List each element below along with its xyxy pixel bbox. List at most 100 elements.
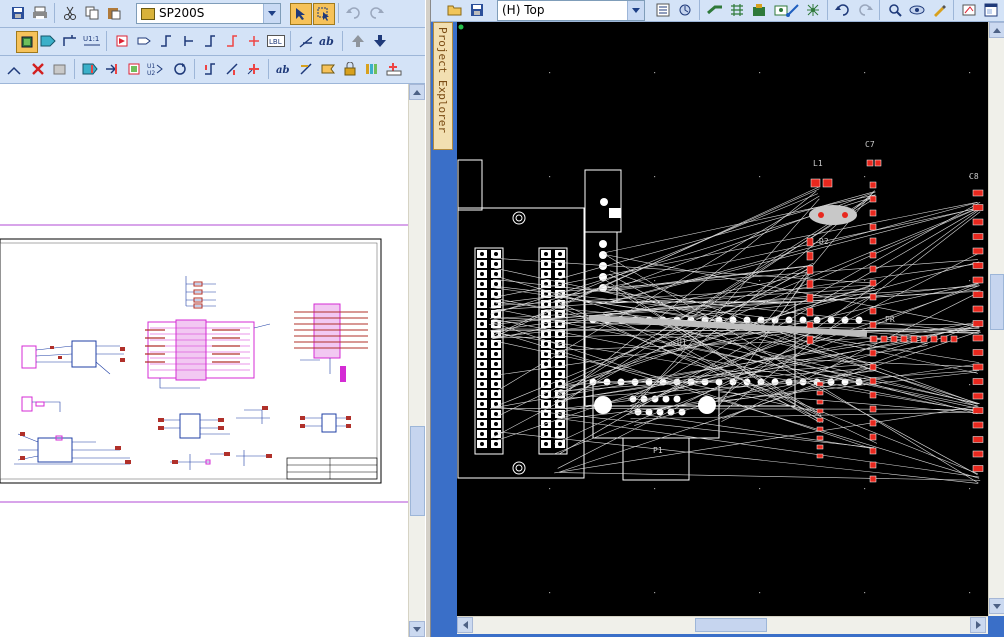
smd-pad[interactable] [816,435,824,441]
parameter-button[interactable] [222,59,242,79]
sheet-entry-button[interactable] [222,31,242,51]
print-button[interactable] [30,3,50,23]
undo-button[interactable] [344,3,364,23]
schematic-vertical-scrollbar[interactable] [408,84,426,637]
chevron-down-icon[interactable] [263,4,280,23]
find-button[interactable] [885,0,905,20]
smd-pad[interactable] [972,349,984,356]
scroll-up-button[interactable] [409,84,425,100]
arrow-down-button[interactable] [370,31,390,51]
route-button[interactable] [705,0,725,20]
smd-pad[interactable] [869,209,877,217]
smd-pad[interactable] [869,279,877,287]
save-button[interactable] [467,0,487,20]
smd-pad[interactable] [972,189,984,197]
project-explorer-tab[interactable]: Project Explorer [433,22,453,150]
smd-pad[interactable] [816,399,824,405]
smd-pad[interactable] [869,377,877,385]
power-port-button[interactable] [156,31,176,51]
ground-button[interactable] [178,31,198,51]
smd-pad[interactable] [869,405,877,413]
smd-pad[interactable] [806,293,814,303]
smd-pad[interactable] [816,381,824,387]
smd-pad[interactable] [869,475,877,483]
smd-pad[interactable] [972,262,984,269]
wire-button[interactable] [60,31,80,51]
smd-pad[interactable] [869,181,877,189]
smd-pad[interactable] [816,417,824,423]
smd-pad[interactable] [972,465,984,472]
smd-pad[interactable] [972,218,984,226]
edit-text-button[interactable] [296,59,316,79]
smd-pad[interactable] [972,204,984,211]
smd-pad[interactable] [900,335,908,343]
smd-pad[interactable] [816,453,824,459]
smd-pad[interactable] [869,307,877,315]
schematic-canvas[interactable] [0,84,408,637]
sheet-symbol-button[interactable] [124,59,144,79]
text-frame-button[interactable]: ab [274,59,294,79]
zoom-fit-button[interactable] [384,59,404,79]
selection-filter-button[interactable] [290,3,312,25]
properties-button[interactable] [653,0,673,20]
port-button[interactable] [112,31,132,51]
smd-pad[interactable] [869,195,877,203]
scroll-right-button[interactable] [970,617,986,633]
clear-button[interactable] [50,59,70,79]
smd-pad[interactable] [816,390,824,396]
smd-pad[interactable] [869,363,877,371]
select-mode-button[interactable] [313,3,335,25]
smd-pad[interactable] [810,178,821,188]
smd-pad[interactable] [806,265,814,275]
smd-pad[interactable] [806,237,814,247]
junction-button[interactable] [200,31,220,51]
designator-button[interactable]: U1 U2 [146,59,166,79]
smd-pad[interactable] [972,276,984,284]
window-button[interactable] [981,0,1001,20]
scroll-thumb[interactable] [410,426,425,516]
update-button[interactable] [170,59,190,79]
smd-pad[interactable] [972,392,984,400]
smd-pad[interactable] [972,450,984,458]
smd-pad[interactable] [866,159,874,167]
smd-pad[interactable] [972,421,984,429]
save-button[interactable] [8,3,28,23]
scroll-left-button[interactable] [457,617,473,633]
pcb-horizontal-scrollbar[interactable] [457,616,988,634]
scroll-thumb[interactable] [695,618,767,632]
part-selector-dropdown[interactable]: SP200S [136,3,281,24]
scroll-down-button[interactable] [989,598,1004,614]
smd-pad[interactable] [972,436,984,443]
smd-pad[interactable] [972,320,984,327]
mount-pad[interactable] [698,396,716,414]
pcb-vertical-scrollbar[interactable] [988,22,1004,616]
smd-pad[interactable] [869,349,877,357]
error-marker-button[interactable] [244,59,264,79]
highlight-button[interactable] [929,0,949,20]
smd-pad[interactable] [806,279,814,289]
paste-button[interactable] [104,3,124,23]
text-string-button[interactable]: ab [318,31,338,51]
harness-button[interactable] [362,59,382,79]
smd-pad[interactable] [972,407,984,414]
redo-button[interactable] [855,0,875,20]
smd-pad[interactable] [869,447,877,455]
scroll-thumb[interactable] [990,274,1004,330]
smd-pad[interactable] [869,237,877,245]
smd-pad[interactable] [930,335,938,343]
smd-pad[interactable] [869,419,877,427]
smd-pad[interactable] [940,335,948,343]
smd-pad[interactable] [869,321,877,329]
smd-pad[interactable] [869,251,877,259]
smd-pad[interactable] [890,335,898,343]
smd-pad[interactable] [972,305,984,313]
annotate-button[interactable] [80,59,100,79]
route-track-button[interactable] [783,0,803,20]
view-button[interactable] [907,0,927,20]
smd-pad[interactable] [822,178,833,188]
autoroute-button[interactable] [727,0,747,20]
ic-pad[interactable] [599,240,607,248]
smd-pad[interactable] [806,307,814,317]
arrow-up-button[interactable] [348,31,368,51]
component-button[interactable] [16,31,38,53]
